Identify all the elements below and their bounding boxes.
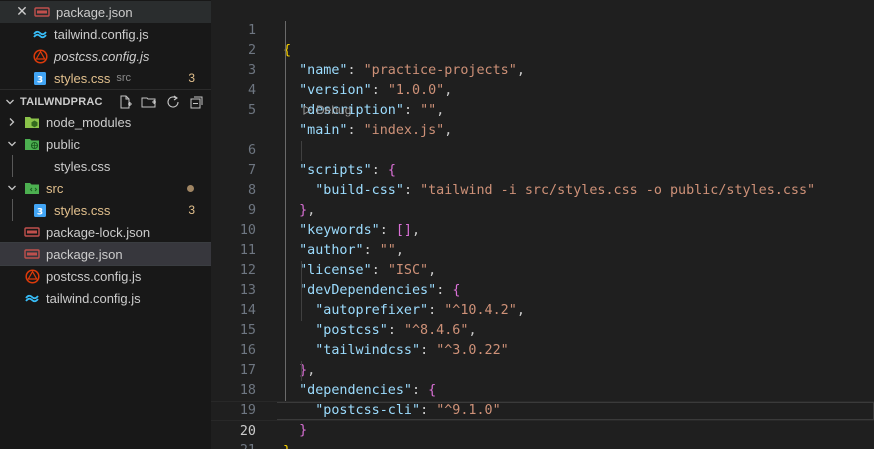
tree-file-package-json[interactable]: package.json	[0, 242, 211, 266]
json-file-icon	[24, 224, 40, 240]
postcss-icon	[32, 48, 48, 64]
node-folder-icon	[24, 114, 40, 130]
new-file-icon[interactable]	[116, 93, 134, 111]
tree-label: postcss.config.js	[46, 268, 142, 284]
debug-codelens[interactable]: Debug	[303, 101, 351, 119]
chevron-down-icon	[2, 94, 18, 110]
json-string: ""	[420, 103, 437, 118]
tree-label: src	[46, 180, 64, 196]
tree-label: styles.css	[54, 202, 111, 218]
code-line: 12 "devDependencies": {	[211, 241, 874, 298]
tree-folder-node-modules[interactable]: node_modules	[0, 111, 211, 133]
line-number: 21	[211, 441, 256, 449]
svg-text:3: 3	[37, 207, 43, 217]
tree-folder-src[interactable]: src	[0, 177, 211, 199]
json-file-icon	[24, 246, 40, 262]
tree-file-tailwind-config[interactable]: tailwind.config.js	[0, 287, 211, 309]
chevron-down-icon	[4, 180, 20, 196]
tree-file-public-styles-css[interactable]: styles.css	[0, 155, 211, 177]
new-folder-icon[interactable]	[140, 93, 158, 111]
code-line: 6 "scripts": {	[211, 121, 874, 178]
tree-label: package-lock.json	[46, 224, 151, 240]
brace: }	[283, 444, 291, 449]
code-line: 10 "author": "",	[211, 201, 874, 258]
open-editor-label: postcss.config.js	[54, 48, 150, 64]
tree-label: node_modules	[46, 114, 132, 130]
json-file-icon	[34, 4, 50, 20]
code-line: 3 "version": "1.0.0",	[211, 41, 874, 98]
code-line: 16 },	[211, 321, 874, 378]
code-line: 19 }	[211, 381, 874, 438]
svg-text:3: 3	[37, 75, 43, 85]
file-folder-description: src	[116, 72, 132, 84]
open-editor-styles-css[interactable]: 3 styles.css src 3	[0, 67, 211, 89]
current-code-line: 20 }	[211, 401, 874, 449]
tree-file-package-lock-json[interactable]: package-lock.json	[0, 221, 211, 243]
code-line: 1 {	[211, 1, 874, 58]
tree-file-postcss-config[interactable]: postcss.config.js	[0, 265, 211, 287]
code-line: 2 "name": "practice-projects",	[211, 21, 874, 78]
code-line: 17 "dependencies": {	[211, 341, 874, 398]
tree-label: package.json	[46, 246, 123, 262]
line-number: 5	[247, 103, 256, 118]
indent-guide	[12, 199, 13, 221]
tree-label: tailwind.config.js	[46, 290, 141, 306]
open-editor-label: styles.css	[54, 70, 111, 86]
play-icon	[303, 105, 312, 115]
open-editor-postcss-config[interactable]: postcss.config.js	[0, 45, 211, 67]
tree-label: styles.css	[54, 158, 111, 174]
close-icon[interactable]: ✕	[14, 4, 30, 20]
code-editor[interactable]: 1 { 2 "name": "practice-projects", 3 "ve…	[211, 0, 874, 449]
chevron-right-icon	[4, 114, 20, 130]
tree-file-src-styles-css[interactable]: 3 styles.css 3	[0, 199, 211, 221]
code-line: 5 "main": "index.js",	[211, 81, 874, 138]
postcss-icon	[24, 268, 40, 284]
tree-folder-public[interactable]: public	[0, 133, 211, 155]
open-editor-tailwind-config[interactable]: tailwind.config.js	[0, 23, 211, 45]
explorer-section-header[interactable]: TAILWNDPRAC	[0, 89, 211, 113]
code-line: 14 "postcss": "^8.4.6",	[211, 281, 874, 338]
code-line: 13 "autoprefixer": "^10.4.2",	[211, 261, 874, 318]
modified-dot-icon	[187, 184, 194, 192]
public-folder-icon	[24, 136, 40, 152]
indent-guide	[285, 21, 286, 401]
chevron-down-icon	[4, 136, 20, 152]
code-line: 21	[211, 421, 874, 449]
indent-guide	[301, 261, 302, 321]
code-line: 9 "keywords": [],	[211, 181, 874, 238]
open-editor-package-json[interactable]: ✕ package.json	[0, 1, 211, 23]
problem-count-badge: 3	[188, 203, 195, 217]
tailwind-icon	[32, 26, 48, 42]
open-editor-label: tailwind.config.js	[54, 26, 149, 42]
collapse-all-icon[interactable]	[188, 93, 206, 111]
problem-count-badge: 3	[188, 71, 195, 85]
explorer-sidebar: ✕ package.json tailwind.config.js postcs…	[0, 0, 211, 449]
indent-guide	[301, 361, 302, 381]
code-line: 11 "license": "ISC",	[211, 221, 874, 278]
css-file-icon: 3	[32, 70, 48, 86]
code-line: 18 "postcss-cli": "^9.1.0"	[211, 361, 874, 418]
indent-guide	[301, 141, 302, 161]
code-line: 8 },	[211, 161, 874, 218]
css-file-icon: 3	[32, 202, 48, 218]
code-line: 7 "build-css": "tailwind -i src/styles.c…	[211, 141, 874, 198]
debug-codelens-label: Debug	[316, 103, 352, 117]
workspace-title: TAILWNDPRAC	[20, 95, 103, 108]
code-line: 15 "tailwindcss": "^3.0.22"	[211, 301, 874, 358]
refresh-icon[interactable]	[164, 93, 182, 111]
open-editor-label: package.json	[56, 4, 133, 20]
indent-guide	[12, 155, 13, 177]
code-line: 4 "description": "",	[211, 61, 874, 118]
src-folder-icon	[24, 180, 40, 196]
tree-label: public	[46, 136, 80, 152]
tailwind-icon	[24, 290, 40, 306]
